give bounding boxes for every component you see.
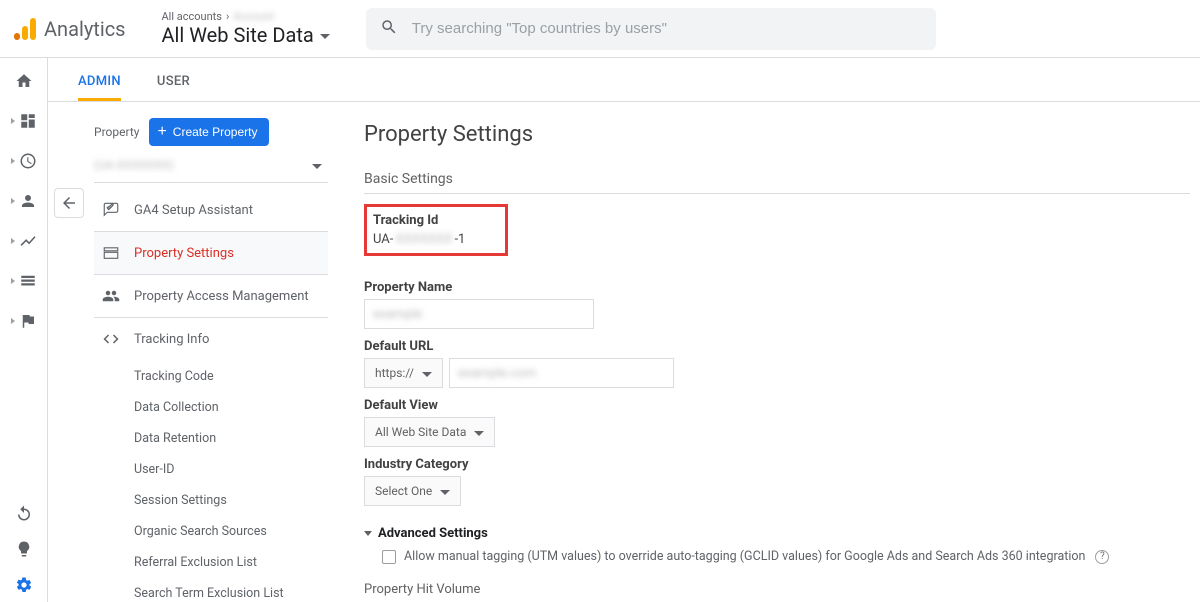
product-name: Analytics — [44, 17, 126, 41]
chevron-down-icon — [422, 372, 432, 377]
breadcrumb-account: Account — [233, 10, 274, 23]
nav-tracking-info[interactable]: Tracking Info — [94, 318, 328, 361]
property-selector[interactable]: (UA-XXXXXXX) — [94, 154, 328, 183]
back-button[interactable] — [54, 188, 84, 218]
plus-icon: + — [157, 124, 166, 140]
nav-tracking-code[interactable]: Tracking Code — [94, 361, 328, 392]
selected-property-name: (UA-XXXXXXX) — [94, 158, 174, 172]
manual-tagging-row[interactable]: Allow manual tagging (UTM values) to ove… — [382, 549, 1190, 564]
chevron-down-icon — [474, 431, 484, 436]
tracking-id-label: Tracking Id — [373, 213, 465, 228]
nav-ga4-assistant[interactable]: GA4 Setup Assistant — [94, 189, 328, 232]
manual-tagging-label: Allow manual tagging (UTM values) to ove… — [404, 549, 1085, 564]
rail-discover[interactable] — [15, 540, 33, 558]
left-nav-rail — [0, 58, 48, 602]
chevron-down-icon — [320, 34, 330, 39]
tab-admin[interactable]: ADMIN — [78, 74, 121, 101]
rail-home[interactable] — [15, 72, 33, 90]
rail-audience[interactable] — [11, 192, 37, 210]
advanced-settings-toggle[interactable]: Advanced Settings — [364, 526, 1190, 541]
nav-session-settings[interactable]: Session Settings — [94, 485, 328, 516]
view-picker[interactable]: All Web Site Data — [162, 23, 330, 47]
admin-content: Property + Create Property (UA-XXXXXXX) … — [48, 102, 1200, 602]
default-url-label: Default URL — [364, 339, 1190, 354]
nav-organic-sources[interactable]: Organic Search Sources — [94, 516, 328, 547]
page-title: Property Settings — [364, 122, 1190, 147]
rail-conversions[interactable] — [11, 312, 37, 330]
app-header: Analytics All accounts › Account All Web… — [0, 0, 1200, 58]
analytics-logo-icon — [14, 18, 36, 40]
industry-select[interactable]: Select One — [364, 476, 461, 506]
breadcrumb: All accounts › Account — [162, 10, 330, 23]
tracking-id-value: UA- XXXXXXX -1 — [373, 232, 465, 247]
rail-acquisition[interactable] — [11, 232, 37, 250]
nav-label: GA4 Setup Assistant — [134, 203, 253, 218]
property-label: Property — [94, 125, 139, 139]
default-view-select[interactable]: All Web Site Data — [364, 417, 495, 447]
help-icon[interactable]: ? — [1095, 550, 1109, 564]
rail-attribution[interactable] — [15, 504, 33, 522]
property-column: Property + Create Property (UA-XXXXXXX) … — [48, 102, 348, 602]
nav-data-collection[interactable]: Data Collection — [94, 392, 328, 423]
nav-property-access[interactable]: Property Access Management — [94, 275, 328, 318]
search-icon — [380, 18, 398, 40]
admin-tabs: ADMIN USER — [48, 58, 1200, 102]
url-scheme-select[interactable]: https:// — [364, 358, 443, 388]
default-view-label: Default View — [364, 398, 1190, 413]
property-name-label: Property Name — [364, 280, 1190, 295]
nav-search-term-exclusion[interactable]: Search Term Exclusion List — [94, 578, 328, 602]
rail-realtime[interactable] — [11, 152, 37, 170]
chevron-down-icon — [364, 531, 372, 536]
search-input[interactable] — [410, 19, 922, 38]
settings-panel: Property Settings Basic Settings Trackin… — [348, 102, 1200, 602]
account-property-picker[interactable]: All accounts › Account All Web Site Data — [162, 10, 330, 47]
tracking-id-highlight: Tracking Id UA- XXXXXXX -1 — [364, 204, 508, 256]
nav-property-settings[interactable]: Property Settings — [94, 232, 328, 275]
product-logo[interactable]: Analytics — [14, 17, 126, 41]
industry-label: Industry Category — [364, 457, 1190, 472]
rail-admin[interactable] — [15, 576, 33, 594]
search-bar[interactable] — [366, 8, 936, 50]
checkbox[interactable] — [382, 550, 396, 564]
rail-dashboards[interactable] — [11, 112, 37, 130]
nav-referral-exclusion[interactable]: Referral Exclusion List — [94, 547, 328, 578]
breadcrumb-prefix: All accounts — [162, 10, 222, 23]
property-nav: GA4 Setup Assistant Property Settings Pr… — [94, 189, 328, 602]
nav-label: Property Settings — [134, 246, 234, 261]
nav-data-retention[interactable]: Data Retention — [94, 423, 328, 454]
nav-user-id[interactable]: User-ID — [94, 454, 328, 485]
view-name: All Web Site Data — [162, 23, 314, 47]
basic-settings-header: Basic Settings — [364, 171, 1190, 194]
tab-user[interactable]: USER — [157, 74, 190, 101]
create-property-button[interactable]: + Create Property — [149, 118, 269, 146]
nav-label: Tracking Info — [134, 332, 209, 347]
nav-label: Property Access Management — [134, 289, 309, 304]
rail-behavior[interactable] — [11, 272, 37, 290]
chevron-down-icon — [312, 164, 322, 169]
default-url-input[interactable]: example.com — [449, 358, 674, 388]
property-hit-volume-header: Property Hit Volume — [364, 582, 1190, 597]
create-property-label: Create Property — [173, 125, 258, 139]
chevron-down-icon — [440, 490, 450, 495]
property-name-input[interactable]: example — [364, 299, 594, 329]
